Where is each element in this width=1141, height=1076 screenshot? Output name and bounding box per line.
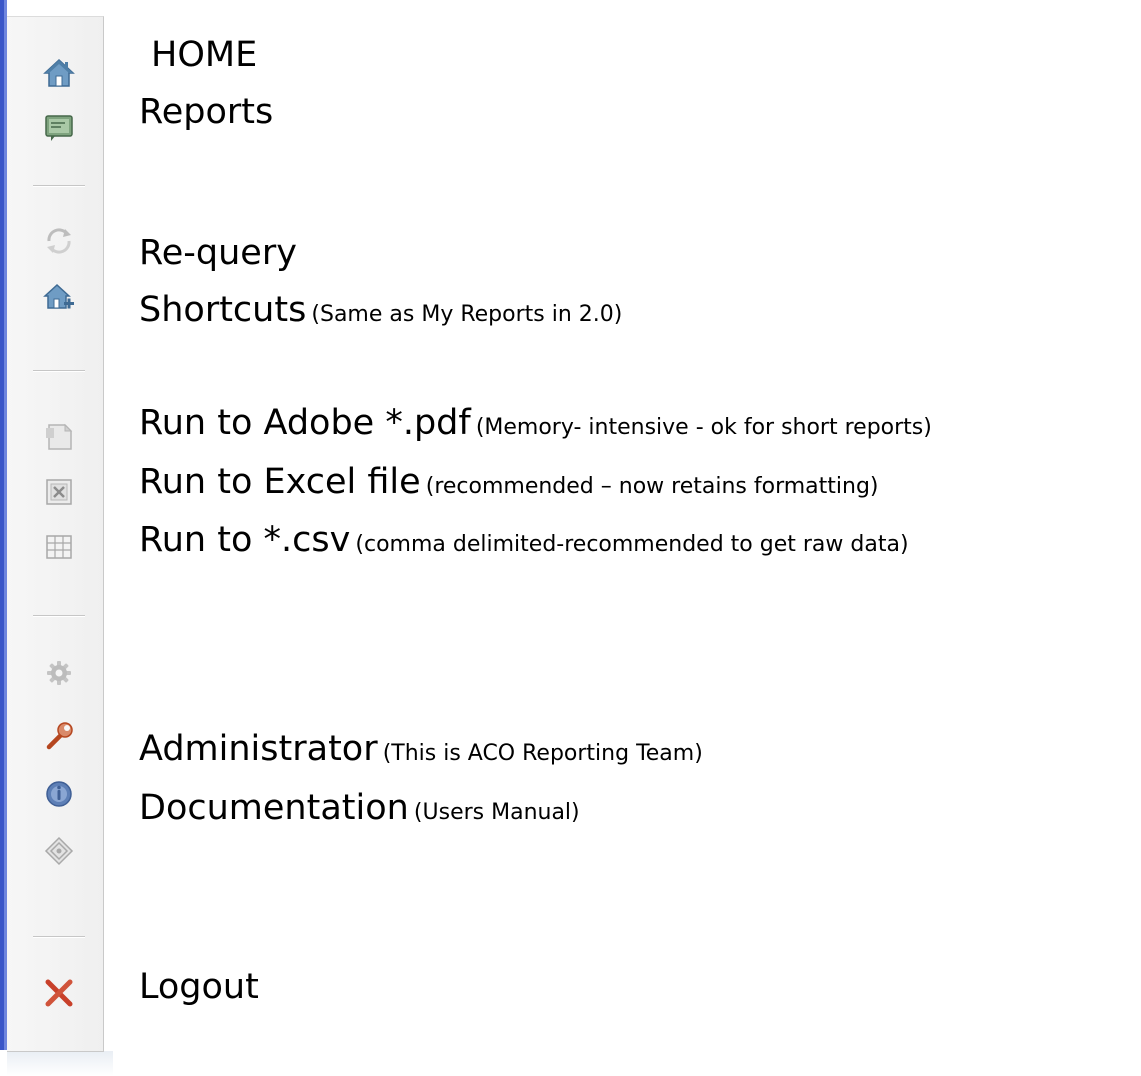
menu-item-administrator[interactable]: Administrator (This is ACO Reporting Tea…: [139, 732, 703, 767]
menu-item-documentation[interactable]: Documentation (Users Manual): [139, 791, 580, 826]
shortcuts-icon[interactable]: [43, 281, 75, 313]
menu-item-administrator-label: Administrator: [139, 729, 378, 769]
menu-item-run-pdf-label: Run to Adobe *.pdf: [139, 403, 471, 443]
menu-item-logout-label: Logout: [139, 967, 259, 1007]
menu-item-run-csv-note: (comma delimited-recommended to get raw …: [355, 532, 909, 557]
toolbar-separator: [33, 185, 85, 187]
requery-icon[interactable]: [43, 225, 75, 257]
logout-icon[interactable]: [43, 977, 75, 1009]
about-icon[interactable]: [43, 835, 75, 867]
settings-icon[interactable]: [43, 657, 75, 689]
menu-item-administrator-note: (This is ACO Reporting Team): [382, 741, 703, 766]
menu-item-documentation-label: Documentation: [139, 788, 409, 828]
menu-item-run-excel[interactable]: Run to Excel file (recommended – now ret…: [139, 465, 879, 500]
menu-item-reports[interactable]: Reports: [139, 95, 273, 130]
menu-item-reports-label: Reports: [139, 92, 274, 132]
home-icon[interactable]: [43, 57, 75, 89]
menu-item-home-label: HOME: [151, 35, 258, 75]
menu-item-requery-label: Re-query: [139, 233, 297, 273]
menu-item-run-csv[interactable]: Run to *.csv (comma delimited-recommende…: [139, 523, 909, 558]
window-edge: [0, 0, 7, 1050]
reports-icon[interactable]: [43, 112, 75, 144]
menu-item-run-excel-label: Run to Excel file: [139, 462, 421, 502]
administrator-icon[interactable]: [43, 720, 75, 752]
documentation-icon[interactable]: [43, 778, 75, 810]
menu-item-shortcuts[interactable]: Shortcuts (Same as My Reports in 2.0): [139, 293, 622, 328]
menu-item-documentation-note: (Users Manual): [413, 800, 580, 825]
toolbar-separator: [33, 615, 85, 617]
menu-item-logout[interactable]: Logout: [139, 970, 259, 1005]
menu-item-run-pdf-note: (Memory- intensive - ok for short report…: [475, 415, 932, 440]
menu-item-run-excel-note: (recommended – now retains formatting): [425, 474, 879, 499]
menu-item-shortcuts-label: Shortcuts: [139, 290, 307, 330]
menu-item-home[interactable]: HOME: [151, 38, 257, 73]
excel-icon[interactable]: [43, 476, 75, 508]
menu-item-run-pdf[interactable]: Run to Adobe *.pdf (Memory- intensive - …: [139, 406, 932, 441]
toolbar-separator: [33, 370, 85, 372]
toolbar-bottom-fade: [7, 1051, 113, 1076]
pdf-icon[interactable]: [43, 421, 75, 453]
toolbar-separator: [33, 936, 85, 938]
csv-icon[interactable]: [43, 531, 75, 563]
toolbar-legend: HOME Reports Re-query Shortcuts (Same as…: [0, 0, 1141, 1076]
menu-item-shortcuts-note: (Same as My Reports in 2.0): [311, 302, 623, 327]
vertical-toolbar: [7, 16, 104, 1052]
menu-item-run-csv-label: Run to *.csv: [139, 520, 351, 560]
menu-item-requery[interactable]: Re-query: [139, 236, 297, 271]
